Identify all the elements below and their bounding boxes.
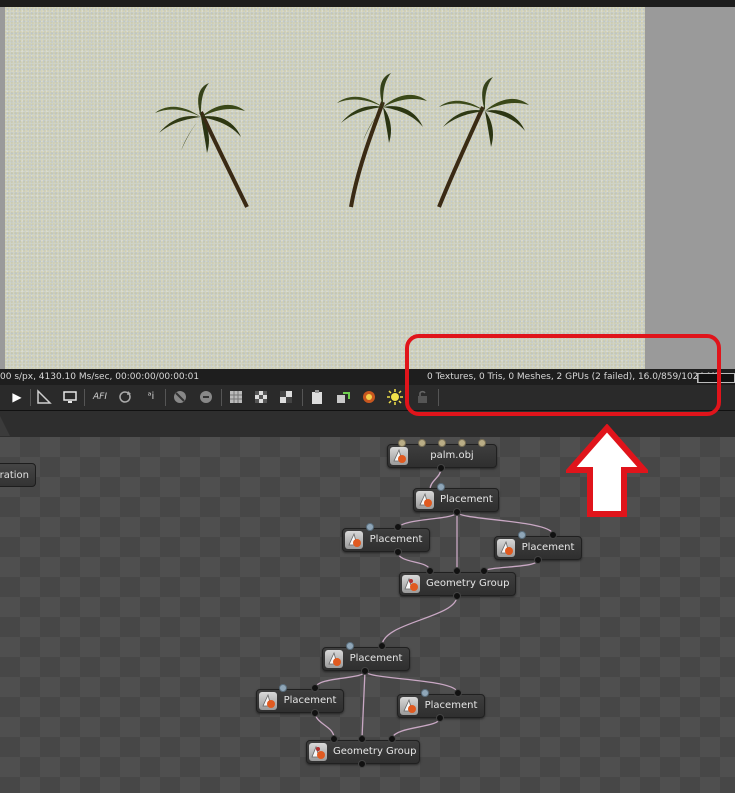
geometry-group-icon <box>309 743 327 761</box>
input-pin[interactable] <box>518 531 526 539</box>
input-pin[interactable] <box>458 439 466 447</box>
input-pin[interactable] <box>346 642 354 650</box>
input-pin[interactable] <box>394 523 402 531</box>
input-pin[interactable] <box>478 439 486 447</box>
input-pin[interactable] <box>398 439 406 447</box>
output-pin[interactable] <box>361 667 369 675</box>
input-pin[interactable] <box>454 689 462 697</box>
highlight-box <box>405 334 721 416</box>
input-pin[interactable] <box>438 439 446 447</box>
output-pin[interactable] <box>437 464 445 472</box>
placement-node-icon <box>416 491 434 509</box>
placement-node-icon <box>345 531 363 549</box>
placement-node-icon <box>400 697 418 715</box>
geometry-group-icon <box>402 575 420 593</box>
output-pin[interactable] <box>358 760 366 768</box>
input-pin[interactable] <box>421 689 429 697</box>
mesh-node-icon <box>390 447 408 465</box>
output-pin[interactable] <box>311 709 319 717</box>
input-pin[interactable] <box>378 642 386 650</box>
placement-node-icon <box>259 692 277 710</box>
up-arrow-annotation <box>566 424 648 517</box>
input-pin[interactable] <box>358 735 366 743</box>
input-pin[interactable] <box>480 567 488 575</box>
output-pin[interactable] <box>453 592 461 600</box>
input-pin[interactable] <box>453 567 461 575</box>
input-pin[interactable] <box>437 483 445 491</box>
node-placement-left-2[interactable]: Placement <box>256 689 344 713</box>
node-placement-left-1[interactable]: Placement <box>342 528 430 552</box>
node-configuration-partial[interactable]: uration <box>0 463 36 487</box>
input-pin[interactable] <box>549 531 557 539</box>
input-pin[interactable] <box>418 439 426 447</box>
output-pin[interactable] <box>394 548 402 556</box>
input-pin[interactable] <box>330 735 338 743</box>
input-pin[interactable] <box>426 567 434 575</box>
placement-node-icon <box>325 650 343 668</box>
input-pin[interactable] <box>388 735 396 743</box>
input-pin[interactable] <box>279 684 287 692</box>
input-pin[interactable] <box>366 523 374 531</box>
input-pin[interactable] <box>311 684 319 692</box>
output-pin[interactable] <box>436 714 444 722</box>
placement-node-icon <box>497 539 515 557</box>
output-pin[interactable] <box>534 556 542 564</box>
output-pin[interactable] <box>453 508 461 516</box>
